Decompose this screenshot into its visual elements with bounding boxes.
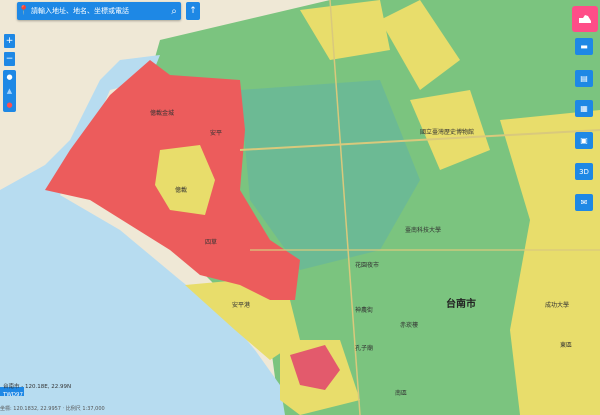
monitor-icon: ▣ <box>580 136 588 145</box>
label-east-district: 東區 <box>560 342 573 349</box>
arrow-up-icon: ↑ <box>189 6 197 16</box>
upload-button[interactable]: ↑ <box>186 2 200 20</box>
label-hongyuan: 四草 <box>205 239 218 246</box>
layers-button[interactable]: ▦ <box>575 100 593 117</box>
coords-text: 台南市 - 120.18E, 22.99N <box>3 384 72 390</box>
chat-button[interactable]: ▤ <box>575 70 593 87</box>
comment-button[interactable]: ▬ <box>575 38 593 55</box>
location-pin-icon[interactable]: 📍 <box>17 6 31 16</box>
mail-icon: ✉ <box>580 198 588 207</box>
label-anping-fort: 億載金城 <box>150 110 175 117</box>
comment-icon: ▬ <box>580 42 588 51</box>
search-bar[interactable]: 📍 請輸入地址、地名、坐標或電話 ⌕ <box>17 2 181 20</box>
zoom-out-button[interactable]: − <box>4 52 15 66</box>
label-chihkan: 赤崁樓 <box>400 322 419 329</box>
layers-icon: ▦ <box>580 104 588 113</box>
label-chenggong: 成功大學 <box>545 302 570 309</box>
drop-icon[interactable]: ▲ <box>7 87 12 95</box>
3d-icon: 3D <box>579 167 589 176</box>
label-anping: 安平 <box>210 130 223 137</box>
label-tainan-science: 臺南科技大學 <box>405 227 442 234</box>
label-confucius: 孔子廟 <box>355 345 374 352</box>
label-shennong: 神農街 <box>355 307 374 314</box>
zoom-in-button[interactable]: + <box>4 34 15 48</box>
label-south-district: 南區 <box>395 390 408 397</box>
version-text: TWD97 <box>3 392 24 398</box>
mail-button[interactable]: ✉ <box>575 194 593 211</box>
chat-icon: ▤ <box>580 74 588 83</box>
label-flower-garden: 花園夜市 <box>355 262 380 269</box>
3d-button[interactable]: 3D <box>575 163 593 180</box>
label-eternal-fort: 億載 <box>175 187 188 194</box>
aqi-map[interactable] <box>0 0 600 415</box>
label-fishing-port: 安平港 <box>232 302 251 309</box>
dot-icon[interactable]: ● <box>6 101 12 109</box>
share-button[interactable] <box>572 6 598 32</box>
search-icon[interactable]: ⌕ <box>167 6 181 17</box>
monitor-button[interactable]: ▣ <box>575 132 593 149</box>
left-toolbar: ● ▲ ● <box>3 70 16 112</box>
footer: 坐標: 120.1832, 22.9957 ‧ 比例尺 1:37,000 <box>0 406 105 412</box>
coordinate-status: 台南市 - 120.18E, 22.99N TWD97 <box>0 383 71 399</box>
label-tainan-city: 台南市 <box>446 299 476 310</box>
label-history-museum: 國立臺灣歷史博物館 <box>420 129 475 136</box>
shoe-icon <box>579 15 591 23</box>
search-input[interactable]: 請輸入地址、地名、坐標或電話 <box>31 6 167 16</box>
pin-icon[interactable]: ● <box>6 73 12 81</box>
